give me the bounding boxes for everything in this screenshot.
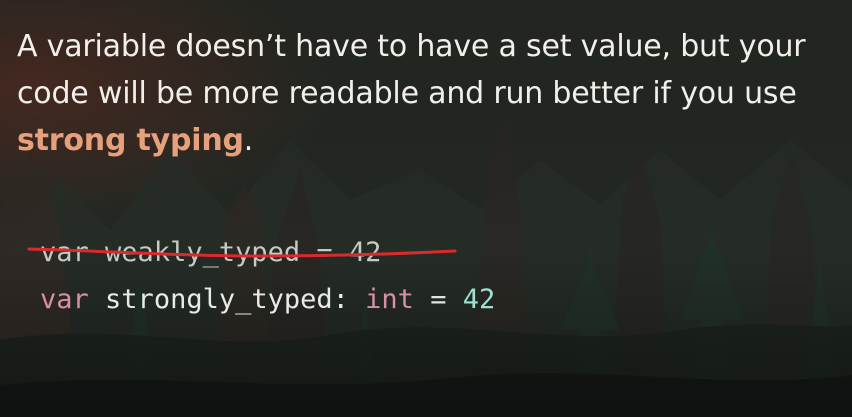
code-number: 42 xyxy=(462,284,496,315)
code-identifier: strongly_typed: xyxy=(105,284,349,315)
slide: A variable doesn’t have to have a set va… xyxy=(0,0,852,417)
paragraph-text: A variable doesn’t have to have a set va… xyxy=(17,29,806,111)
slide-paragraph: A variable doesn’t have to have a set va… xyxy=(17,23,837,164)
code-line-strongly-typed: var strongly_typed: int = 42 xyxy=(40,283,495,317)
highlight-strong-typing: strong typing xyxy=(17,123,244,158)
strikethrough-mark xyxy=(27,247,457,258)
code-keyword: var xyxy=(40,284,89,315)
code-type: int xyxy=(365,284,414,315)
paragraph-period: . xyxy=(243,123,254,158)
code-operator: = xyxy=(430,284,447,315)
